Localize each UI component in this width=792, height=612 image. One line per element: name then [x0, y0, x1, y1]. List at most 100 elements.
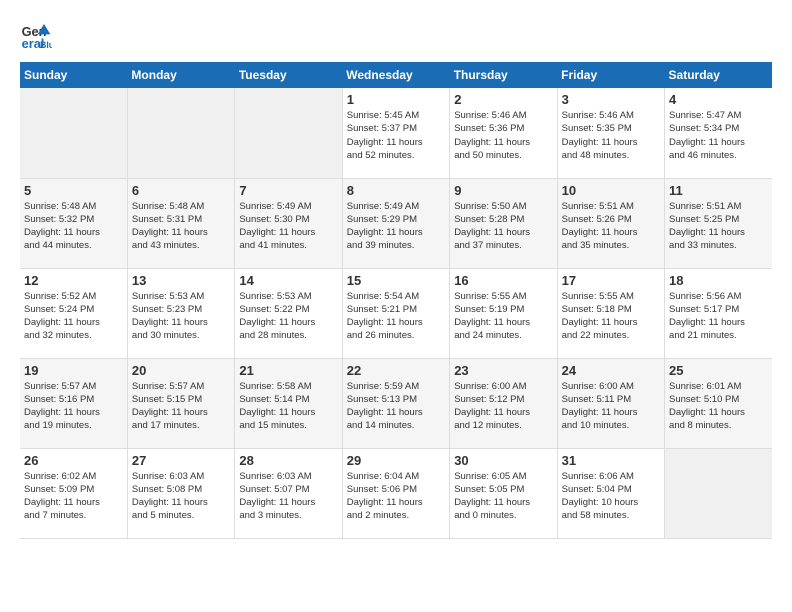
day-info: Sunrise: 6:03 AM Sunset: 5:07 PM Dayligh… [239, 470, 337, 523]
day-number: 30 [454, 453, 552, 468]
weekday-header-row: SundayMondayTuesdayWednesdayThursdayFrid… [20, 62, 772, 88]
calendar-cell: 16 Sunrise: 5:55 AM Sunset: 5:19 PM Dayli… [450, 268, 557, 358]
day-info: Sunrise: 5:46 AM Sunset: 5:35 PM Dayligh… [562, 109, 660, 162]
day-info: Sunrise: 5:48 AM Sunset: 5:31 PM Dayligh… [132, 200, 230, 253]
calendar-cell: 7 Sunrise: 5:49 AM Sunset: 5:30 PM Daylig… [235, 178, 342, 268]
day-info: Sunrise: 5:57 AM Sunset: 5:15 PM Dayligh… [132, 380, 230, 433]
calendar-cell: 29 Sunrise: 6:04 AM Sunset: 5:06 PM Dayli… [342, 448, 449, 538]
svg-text:Blue: Blue [40, 40, 52, 50]
logo: Gen eral Blue [20, 20, 56, 52]
calendar-week-row: 26 Sunrise: 6:02 AM Sunset: 5:09 PM Dayli… [20, 448, 772, 538]
day-info: Sunrise: 5:51 AM Sunset: 5:26 PM Dayligh… [562, 200, 660, 253]
weekday-header-wednesday: Wednesday [342, 62, 449, 88]
day-number: 17 [562, 273, 660, 288]
calendar-cell: 9 Sunrise: 5:50 AM Sunset: 5:28 PM Daylig… [450, 178, 557, 268]
calendar-week-row: 5 Sunrise: 5:48 AM Sunset: 5:32 PM Daylig… [20, 178, 772, 268]
day-number: 11 [669, 183, 768, 198]
day-info: Sunrise: 6:00 AM Sunset: 5:11 PM Dayligh… [562, 380, 660, 433]
calendar-cell [235, 88, 342, 178]
logo-icon: Gen eral Blue [20, 20, 52, 52]
day-number: 3 [562, 92, 660, 107]
weekday-header-sunday: Sunday [20, 62, 127, 88]
day-number: 2 [454, 92, 552, 107]
day-number: 25 [669, 363, 768, 378]
day-info: Sunrise: 5:55 AM Sunset: 5:18 PM Dayligh… [562, 290, 660, 343]
calendar-cell: 23 Sunrise: 6:00 AM Sunset: 5:12 PM Dayli… [450, 358, 557, 448]
calendar-table: SundayMondayTuesdayWednesdayThursdayFrid… [20, 62, 772, 539]
weekday-header-monday: Monday [127, 62, 234, 88]
day-number: 16 [454, 273, 552, 288]
calendar-cell: 8Sunrise: 5:49 AM Sunset: 5:29 PM Daylig… [342, 178, 449, 268]
day-number: 14 [239, 273, 337, 288]
calendar-cell: 19 Sunrise: 5:57 AM Sunset: 5:16 PM Dayli… [20, 358, 127, 448]
calendar-cell: 21Sunrise: 5:58 AM Sunset: 5:14 PM Dayli… [235, 358, 342, 448]
day-info: Sunrise: 5:52 AM Sunset: 5:24 PM Dayligh… [24, 290, 123, 343]
calendar-cell: 26 Sunrise: 6:02 AM Sunset: 5:09 PM Dayli… [20, 448, 127, 538]
calendar-week-row: 19 Sunrise: 5:57 AM Sunset: 5:16 PM Dayli… [20, 358, 772, 448]
calendar-cell: 17 Sunrise: 5:55 AM Sunset: 5:18 PM Dayli… [557, 268, 664, 358]
day-info: Sunrise: 5:55 AM Sunset: 5:19 PM Dayligh… [454, 290, 552, 343]
calendar-cell: 5 Sunrise: 5:48 AM Sunset: 5:32 PM Daylig… [20, 178, 127, 268]
weekday-header-thursday: Thursday [450, 62, 557, 88]
calendar-cell [665, 448, 772, 538]
page-header: Gen eral Blue [20, 20, 772, 52]
day-number: 15 [347, 273, 445, 288]
day-info: Sunrise: 5:53 AM Sunset: 5:23 PM Dayligh… [132, 290, 230, 343]
calendar-cell: 24 Sunrise: 6:00 AM Sunset: 5:11 PM Dayli… [557, 358, 664, 448]
day-number: 29 [347, 453, 445, 468]
calendar-cell: 1 Sunrise: 5:45 AM Sunset: 5:37 PM Daylig… [342, 88, 449, 178]
calendar-cell: 27Sunrise: 6:03 AM Sunset: 5:08 PM Dayli… [127, 448, 234, 538]
day-info: Sunrise: 5:51 AM Sunset: 5:25 PM Dayligh… [669, 200, 768, 253]
day-number: 19 [24, 363, 123, 378]
day-number: 20 [132, 363, 230, 378]
day-number: 9 [454, 183, 552, 198]
calendar-cell: 31Sunrise: 6:06 AM Sunset: 5:04 PM Dayli… [557, 448, 664, 538]
day-info: Sunrise: 5:47 AM Sunset: 5:34 PM Dayligh… [669, 109, 768, 162]
calendar-cell: 28 Sunrise: 6:03 AM Sunset: 5:07 PM Dayli… [235, 448, 342, 538]
day-info: Sunrise: 5:57 AM Sunset: 5:16 PM Dayligh… [24, 380, 123, 433]
day-number: 5 [24, 183, 123, 198]
day-info: Sunrise: 5:59 AM Sunset: 5:13 PM Dayligh… [347, 380, 445, 433]
day-number: 6 [132, 183, 230, 198]
calendar-cell: 3 Sunrise: 5:46 AM Sunset: 5:35 PM Daylig… [557, 88, 664, 178]
calendar-cell: 15Sunrise: 5:54 AM Sunset: 5:21 PM Dayli… [342, 268, 449, 358]
calendar-cell: 22 Sunrise: 5:59 AM Sunset: 5:13 PM Dayli… [342, 358, 449, 448]
calendar-cell: 2Sunrise: 5:46 AM Sunset: 5:36 PM Daylig… [450, 88, 557, 178]
calendar-cell: 6 Sunrise: 5:48 AM Sunset: 5:31 PM Daylig… [127, 178, 234, 268]
day-info: Sunrise: 6:05 AM Sunset: 5:05 PM Dayligh… [454, 470, 552, 523]
day-number: 26 [24, 453, 123, 468]
day-number: 7 [239, 183, 337, 198]
day-info: Sunrise: 6:02 AM Sunset: 5:09 PM Dayligh… [24, 470, 123, 523]
day-number: 24 [562, 363, 660, 378]
day-info: Sunrise: 5:45 AM Sunset: 5:37 PM Dayligh… [347, 109, 445, 162]
day-info: Sunrise: 5:48 AM Sunset: 5:32 PM Dayligh… [24, 200, 123, 253]
day-info: Sunrise: 5:56 AM Sunset: 5:17 PM Dayligh… [669, 290, 768, 343]
day-info: Sunrise: 5:53 AM Sunset: 5:22 PM Dayligh… [239, 290, 337, 343]
day-number: 28 [239, 453, 337, 468]
calendar-cell [20, 88, 127, 178]
day-info: Sunrise: 5:49 AM Sunset: 5:30 PM Dayligh… [239, 200, 337, 253]
day-number: 18 [669, 273, 768, 288]
calendar-cell: 18 Sunrise: 5:56 AM Sunset: 5:17 PM Dayli… [665, 268, 772, 358]
day-info: Sunrise: 6:01 AM Sunset: 5:10 PM Dayligh… [669, 380, 768, 433]
day-number: 4 [669, 92, 768, 107]
day-info: Sunrise: 6:04 AM Sunset: 5:06 PM Dayligh… [347, 470, 445, 523]
day-number: 13 [132, 273, 230, 288]
calendar-cell: 13 Sunrise: 5:53 AM Sunset: 5:23 PM Dayli… [127, 268, 234, 358]
day-number: 10 [562, 183, 660, 198]
calendar-cell: 25 Sunrise: 6:01 AM Sunset: 5:10 PM Dayli… [665, 358, 772, 448]
calendar-cell [127, 88, 234, 178]
day-number: 23 [454, 363, 552, 378]
day-number: 31 [562, 453, 660, 468]
day-info: Sunrise: 6:00 AM Sunset: 5:12 PM Dayligh… [454, 380, 552, 433]
day-number: 8 [347, 183, 445, 198]
weekday-header-tuesday: Tuesday [235, 62, 342, 88]
calendar-cell: 10 Sunrise: 5:51 AM Sunset: 5:26 PM Dayli… [557, 178, 664, 268]
day-number: 22 [347, 363, 445, 378]
calendar-cell: 30 Sunrise: 6:05 AM Sunset: 5:05 PM Dayli… [450, 448, 557, 538]
day-info: Sunrise: 6:03 AM Sunset: 5:08 PM Dayligh… [132, 470, 230, 523]
day-number: 1 [347, 92, 445, 107]
day-info: Sunrise: 5:50 AM Sunset: 5:28 PM Dayligh… [454, 200, 552, 253]
day-number: 12 [24, 273, 123, 288]
calendar-cell: 12 Sunrise: 5:52 AM Sunset: 5:24 PM Dayli… [20, 268, 127, 358]
